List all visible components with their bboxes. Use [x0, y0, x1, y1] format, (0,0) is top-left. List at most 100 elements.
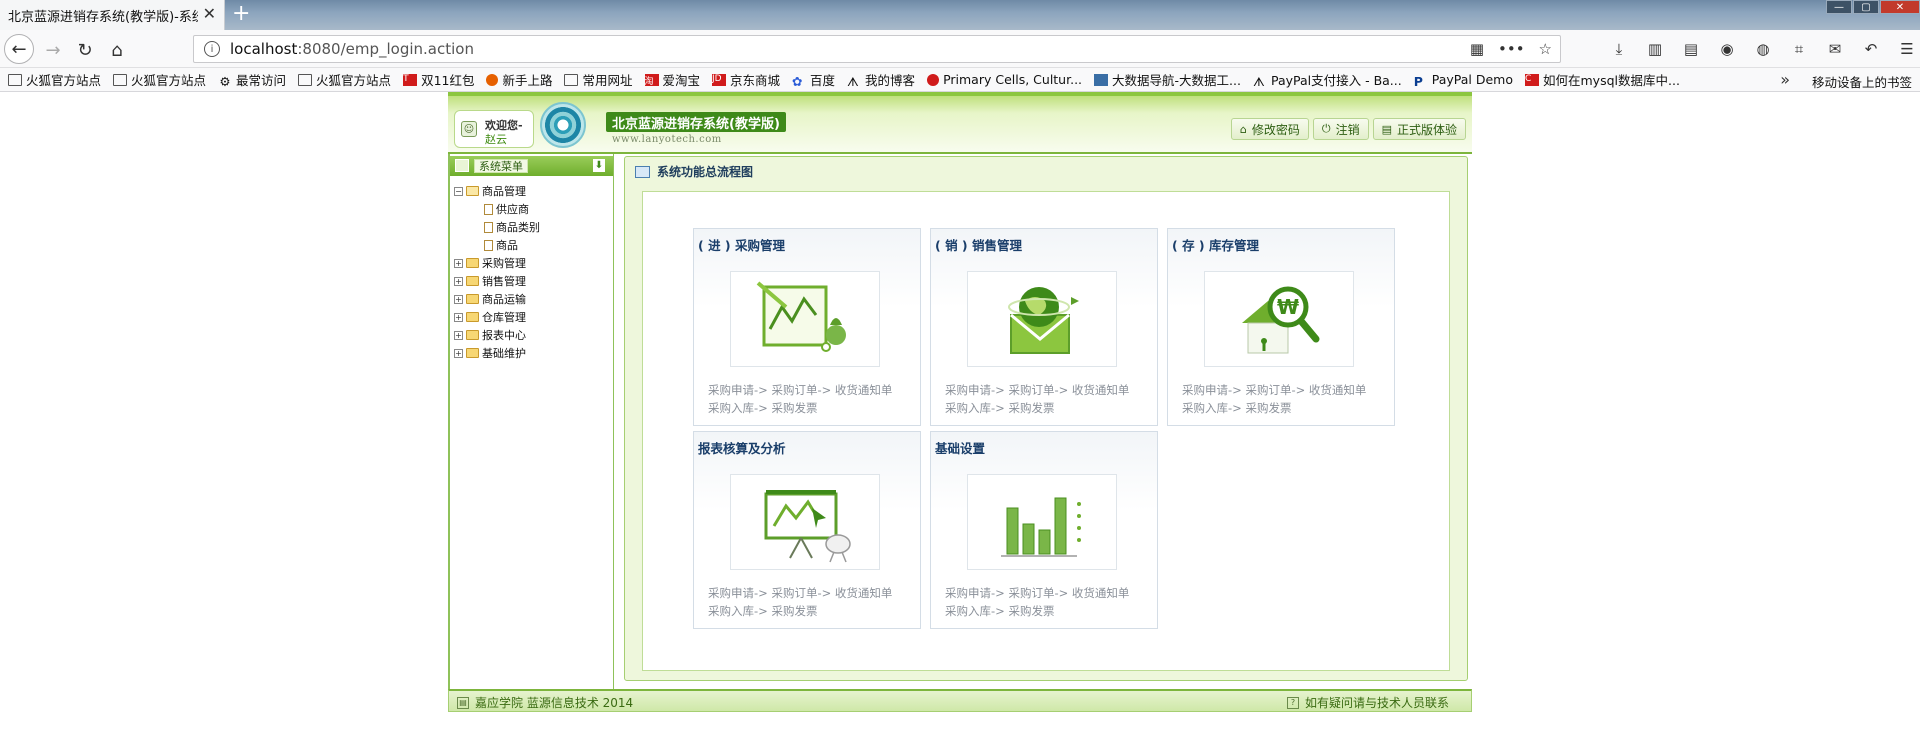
browser-tab[interactable]: 北京蓝源进销存系统(教学版)-系统 ✕	[0, 0, 225, 30]
bar-chart-icon	[967, 474, 1117, 570]
account-icon[interactable]: ◉	[1714, 37, 1740, 61]
bookmarks-overflow-icon[interactable]: »	[1780, 70, 1790, 89]
forward-icon[interactable]: →	[40, 37, 66, 63]
expand-icon[interactable]: +	[454, 330, 463, 340]
gear-icon: ⚙	[219, 73, 231, 89]
tmall-icon: T	[403, 73, 418, 86]
expand-icon[interactable]: +	[454, 312, 463, 322]
card-inventory[interactable]: ( 存 ) 库存管理 ₩ 采购申请-> 采购订单-> 收货通知单 采购入库-> …	[1167, 228, 1395, 426]
maximize-icon[interactable]: ▢	[1853, 0, 1879, 14]
expand-icon[interactable]: +	[454, 258, 463, 268]
bookmark-item[interactable]: ⚙ 最常访问	[218, 70, 286, 89]
logout-button[interactable]: ⏻ 注销	[1312, 118, 1369, 140]
bookmark-item[interactable]: ᗑ 我的博客	[847, 70, 915, 89]
logo-icon	[540, 102, 586, 148]
menu-icon[interactable]: ☰	[1894, 37, 1920, 61]
bookmark-item[interactable]: P PayPal Demo	[1413, 72, 1513, 89]
tree-node-warehouse[interactable]: + 仓库管理	[454, 308, 540, 326]
flow-canvas: ( 进 ) 采购管理 采购申请-> 采购订单-> 收货通知单 采购入库-> 采购…	[642, 191, 1450, 671]
card-purchase[interactable]: ( 进 ) 采购管理 采购申请-> 采购订单-> 收货通知单 采购入库-> 采购…	[693, 228, 921, 426]
expand-icon[interactable]: +	[454, 276, 463, 286]
library-icon[interactable]: ▥	[1642, 37, 1668, 61]
card-reports[interactable]: 报表核算及分析 采购申请-> 采购订单-> 收货通知单 采购入库-> 采购发票	[693, 431, 921, 629]
header-buttons: ⌂ 修改密码 ⏻ 注销 ▤ 正式版体验	[1230, 118, 1466, 140]
folder-icon	[564, 73, 579, 86]
bookmark-item[interactable]: 火狐官方站点	[8, 70, 101, 89]
home-icon[interactable]: ⌂	[104, 37, 130, 63]
bookmark-star-icon[interactable]: ☆	[1539, 40, 1552, 58]
chat-icon[interactable]: ✉	[1822, 37, 1848, 61]
tree-leaf-supplier[interactable]: 供应商	[454, 200, 540, 218]
bookmark-item[interactable]: 淘爱淘宝	[644, 70, 700, 89]
system-url: www.lanyotech.com	[612, 134, 722, 145]
card-sales[interactable]: ( 销 ) 销售管理 采购申请-> 采购订单-> 收货通知单 采购入库-> 采购…	[930, 228, 1158, 426]
official-version-button[interactable]: ▤ 正式版体验	[1372, 118, 1466, 140]
card-title: ( 销 ) 销售管理	[935, 238, 1022, 253]
collapse-arrow-icon[interactable]: ⬇	[593, 159, 605, 172]
bookmark-item[interactable]: 火狐官方站点	[298, 70, 391, 89]
list-icon: ▤	[1381, 122, 1392, 136]
page-actions-icon[interactable]: •••	[1498, 40, 1525, 58]
qr-code-icon[interactable]: ▦	[1470, 40, 1484, 58]
card-basic-settings[interactable]: 基础设置 采购申请-> 采购订单-> 收货通知单 采购入库-> 采购发票	[930, 431, 1158, 629]
back-icon[interactable]: ←	[4, 34, 34, 64]
bookmark-item[interactable]: 新手上路	[486, 70, 552, 89]
reload-icon[interactable]: ↻	[72, 37, 98, 63]
extension-globe-icon[interactable]: ◍	[1750, 37, 1776, 61]
change-password-button[interactable]: ⌂ 修改密码	[1230, 118, 1309, 140]
tab-close-icon[interactable]: ✕	[203, 6, 216, 22]
undo-icon[interactable]: ↶	[1858, 37, 1884, 61]
tree-leaf-category[interactable]: 商品类别	[454, 218, 540, 236]
mobile-bookmarks[interactable]: 移动设备上的书签	[1812, 72, 1912, 91]
url-bar[interactable]: i localhost:8080/emp_login.action ▦ ••• …	[193, 35, 1561, 63]
sidebar-title: 系统菜单	[474, 159, 528, 173]
screenshot-icon[interactable]: ⌗	[1786, 37, 1812, 61]
paypal-icon: P	[1413, 73, 1423, 89]
browser-nav-bar: ← → ↻ ⌂ i localhost:8080/emp_login.actio…	[0, 30, 1920, 68]
tree-node-transport[interactable]: + 商品运输	[454, 290, 540, 308]
window-close-icon[interactable]: ✕	[1880, 0, 1920, 14]
folder-icon	[466, 348, 479, 358]
folder-icon	[466, 330, 479, 340]
card-flow: 采购申请-> 采购订单-> 收货通知单 采购入库-> 采购发票	[945, 383, 1130, 415]
tree-node-basic[interactable]: + 基础维护	[454, 344, 540, 362]
bookmark-item[interactable]: 常用网址	[564, 70, 633, 89]
bookmark-item[interactable]: JD 京东商城	[712, 70, 780, 89]
new-tab-icon[interactable]: +	[232, 2, 250, 26]
tree-leaf-product[interactable]: 商品	[454, 236, 540, 254]
bookmark-item[interactable]: 火狐官方站点	[113, 70, 206, 89]
bookmark-item[interactable]: ✿ 百度	[792, 70, 835, 89]
url-text[interactable]: localhost:8080/emp_login.action	[230, 40, 474, 58]
footer-right: ? 如有疑问请与技术人员联系	[1286, 694, 1449, 711]
tree-node-reports[interactable]: + 报表中心	[454, 326, 540, 344]
collapse-icon[interactable]: −	[454, 186, 463, 196]
bookmark-item[interactable]: C 如何在mysql数据库中...	[1525, 70, 1680, 89]
panel-title: 系统功能总流程图	[657, 165, 754, 179]
bookmark-item[interactable]: ᗑ PayPal支付接入 - Ba...	[1253, 70, 1402, 89]
home-icon: ⌂	[1239, 122, 1247, 136]
tree-node-goods[interactable]: − 商品管理	[454, 182, 540, 200]
tree-node-purchase[interactable]: + 采购管理	[454, 254, 540, 272]
blog-icon: ᗑ	[1252, 73, 1265, 89]
expand-icon[interactable]: +	[454, 348, 463, 358]
bookmark-item[interactable]: 大数据导航-大数据工...	[1094, 70, 1241, 89]
folder-icon	[113, 73, 128, 86]
site-info-icon[interactable]: i	[204, 41, 220, 57]
tree-node-sales[interactable]: + 销售管理	[454, 272, 540, 290]
downloads-icon[interactable]: ⤓	[1606, 37, 1632, 61]
folder-icon	[466, 258, 479, 268]
minimize-icon[interactable]: —	[1826, 0, 1852, 14]
bookmark-item[interactable]: T 双11红包	[403, 70, 474, 89]
bookmark-item[interactable]: Primary Cells, Cultur...	[927, 72, 1082, 87]
globe-envelope-icon	[967, 271, 1117, 367]
expand-icon[interactable]: +	[454, 294, 463, 304]
sidebar-icon[interactable]: ▤	[1678, 37, 1704, 61]
bookmarks-bar: 火狐官方站点 火狐官方站点 ⚙ 最常访问 火狐官方站点 T 双11红包 新手上路 常…	[0, 68, 1920, 92]
card-title: 基础设置	[935, 441, 986, 456]
jd-icon: JD	[712, 73, 727, 86]
app-footer: ▤ 嘉应学院 蓝源信息技术 2014 ? 如有疑问请与技术人员联系	[448, 689, 1472, 712]
footer-left: ▤ 嘉应学院 蓝源信息技术 2014	[457, 694, 633, 711]
power-icon: ⏻	[1321, 122, 1331, 135]
sidebar: 系统菜单 ⬇ − 商品管理 供应商 商品类别 商品 + 采购管理 + 销售管理 …	[448, 154, 614, 689]
page-icon	[484, 203, 493, 215]
